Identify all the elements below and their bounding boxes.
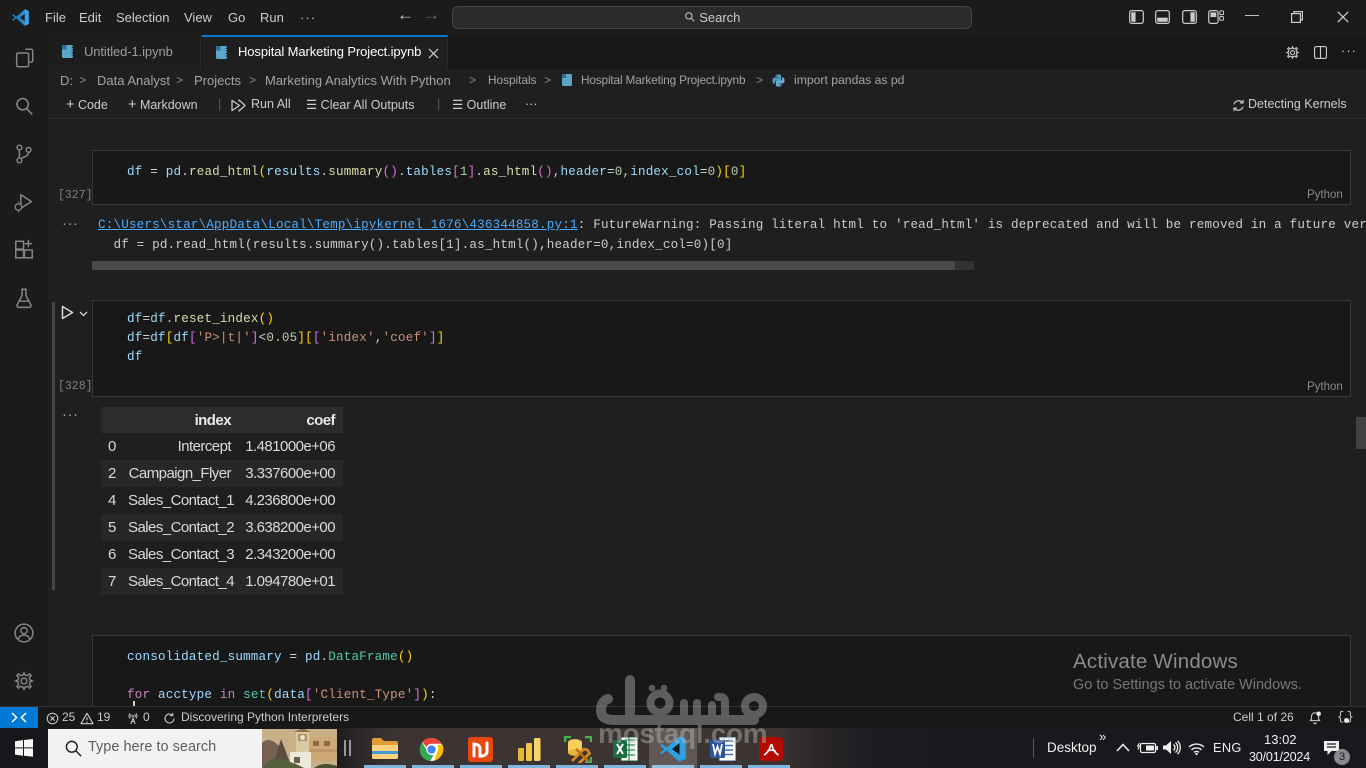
svg-text:mostaql.com: mostaql.com [598, 718, 767, 749]
